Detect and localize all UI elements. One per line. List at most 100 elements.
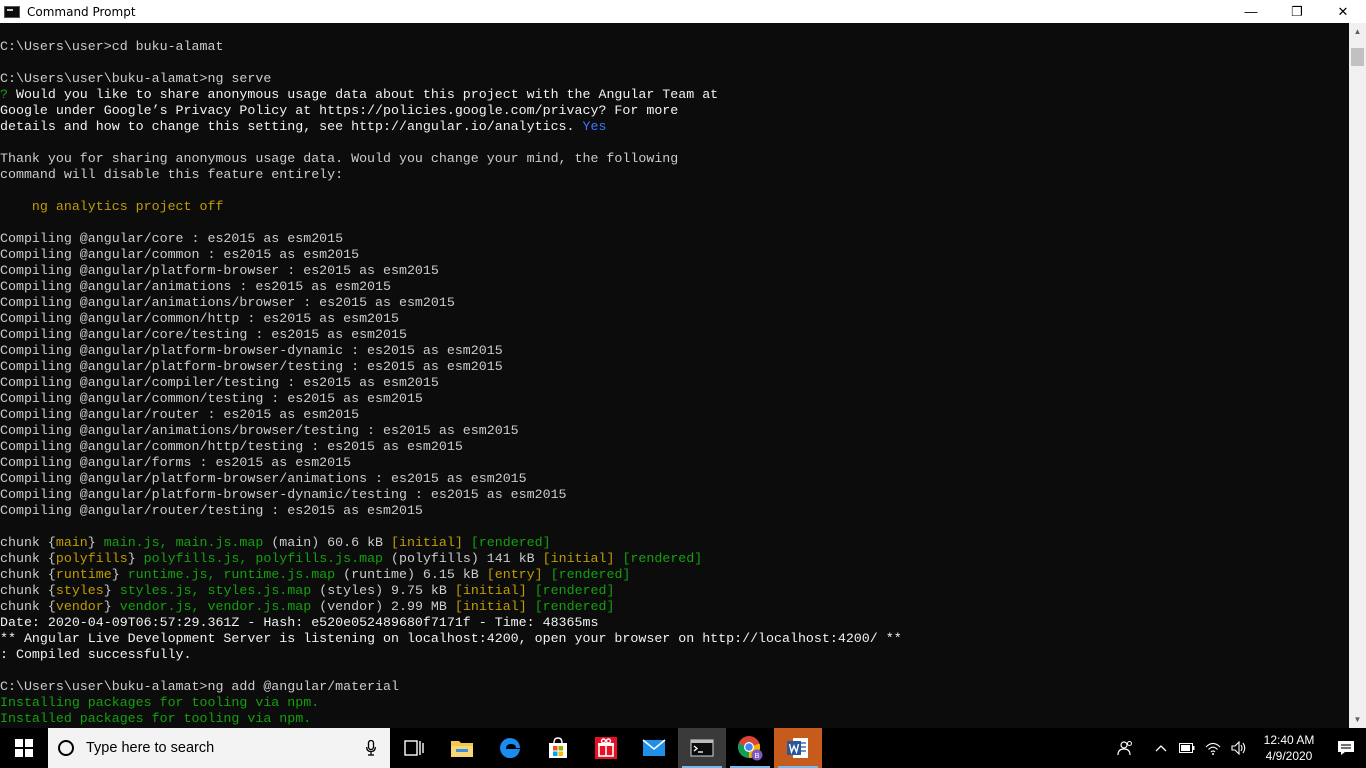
console-text-segment: [initial] <box>542 551 615 566</box>
battery-button[interactable] <box>1174 728 1200 768</box>
search-placeholder: Type here to search <box>86 740 215 756</box>
console-line: Installing packages for tooling via npm. <box>0 695 1349 711</box>
console-line: Thank you for sharing anonymous usage da… <box>0 151 1349 167</box>
console-line: C:\Users\user\buku-alamat>ng serve <box>0 71 1349 87</box>
console-line: Compiling @angular/common/http : es2015 … <box>0 311 1349 327</box>
edge-icon <box>500 738 520 758</box>
console-text-segment: chunk { <box>0 583 56 598</box>
start-button[interactable] <box>0 728 48 768</box>
console-text-segment: (styles) 9.75 kB <box>311 583 455 598</box>
mail-button[interactable] <box>630 728 678 768</box>
console-text-segment: vendor.js, vendor.js.map <box>119 599 312 614</box>
task-view-button[interactable] <box>390 728 438 768</box>
show-hidden-icons-button[interactable] <box>1148 728 1174 768</box>
console-text-segment: Installing packages for tooling via npm. <box>0 695 320 710</box>
close-button[interactable]: ✕ <box>1320 0 1366 23</box>
console-text-segment: runtime.js, runtime.js.map <box>127 567 336 582</box>
console-line: Compiling @angular/animations/browser/te… <box>0 423 1349 439</box>
console-line: chunk {polyfills} polyfills.js, polyfill… <box>0 551 1349 567</box>
clock[interactable]: 12:40 AM 4/9/2020 <box>1252 728 1326 768</box>
word-button[interactable] <box>774 728 822 768</box>
console-text-segment: Compiling @angular/router/testing : es20… <box>0 503 423 518</box>
vertical-scrollbar[interactable]: ▲ ▼ <box>1349 23 1366 728</box>
console-text-segment: [rendered] <box>622 551 703 566</box>
console-text-segment: (main) 60.6 kB <box>263 535 392 550</box>
console-line: ** Angular Live Development Server is li… <box>0 631 1349 647</box>
arrow-up-icon: ▲ <box>1353 27 1362 36</box>
console-line: C:\Users\user\buku-alamat>ng add @angula… <box>0 679 1349 695</box>
gift-app-button[interactable] <box>582 728 630 768</box>
console-text-segment: [initial] <box>391 535 463 550</box>
console-text-segment: [rendered] <box>550 567 631 582</box>
window-title: Command Prompt <box>27 4 136 19</box>
search-box[interactable]: Type here to search <box>48 728 390 768</box>
console-output[interactable]: C:\Users\user>cd buku-alamat C:\Users\use… <box>0 23 1349 728</box>
console-text-segment: Yes <box>582 119 607 134</box>
console-line: C:\Users\user>cd buku-alamat <box>0 39 1349 55</box>
speaker-icon <box>1231 741 1246 755</box>
console-line: Google under Google’s Privacy Policy at … <box>0 103 1349 119</box>
console-text-segment: C:\Users\user\buku-alamat>ng serve <box>0 71 272 86</box>
console-text-segment: vendor <box>55 599 104 614</box>
minimize-icon: — <box>1244 4 1258 19</box>
clock-time: 12:40 AM <box>1263 733 1315 747</box>
console-text-segment: styles <box>55 583 104 598</box>
console-text-segment: command will disable this feature entire… <box>0 167 344 182</box>
edge-button[interactable] <box>486 728 534 768</box>
people-button[interactable] <box>1112 728 1138 768</box>
console-text-segment: Compiling @angular/core/testing : es2015… <box>0 327 407 342</box>
network-button[interactable] <box>1200 728 1226 768</box>
command-prompt-taskbar-icon <box>690 739 714 757</box>
action-center-button[interactable] <box>1326 728 1366 768</box>
console-line: Compiling @angular/platform-browser-dyna… <box>0 343 1349 359</box>
store-button[interactable] <box>534 728 582 768</box>
store-icon <box>549 737 567 758</box>
console-line: details and how to change this setting, … <box>0 119 1349 135</box>
console-text-segment: Compiling @angular/animations/browser/te… <box>0 423 519 438</box>
console-text-segment: Compiling @angular/animations/browser : … <box>0 295 455 310</box>
console-line: ? Would you like to share anonymous usag… <box>0 87 1349 103</box>
console-line: command will disable this feature entire… <box>0 167 1349 183</box>
command-prompt-taskbar-button[interactable] <box>678 728 726 768</box>
task-view-icon <box>404 740 424 756</box>
console-text-segment <box>543 567 551 582</box>
console-text-segment: chunk { <box>0 551 56 566</box>
console-text-segment: Date: 2020-04-09T06:57:29.361Z - Hash: e… <box>0 615 599 630</box>
console-text-segment: [rendered] <box>470 535 551 550</box>
gift-app-icon <box>595 737 617 759</box>
console-text-segment: Compiling @angular/platform-browser-dyna… <box>0 343 503 358</box>
console-text-segment: Compiling @angular/router : es2015 as es… <box>0 407 360 422</box>
console-line: Compiling @angular/forms : es2015 as esm… <box>0 455 1349 471</box>
chrome-button[interactable]: B <box>726 728 774 768</box>
maximize-button[interactable]: ❐ <box>1274 0 1320 23</box>
volume-button[interactable] <box>1226 728 1252 768</box>
system-tray: 12:40 AM 4/9/2020 <box>1112 728 1366 768</box>
console-line: ng analytics project off <box>0 199 1349 215</box>
console-text-segment: Would you like to share anonymous usage … <box>7 87 719 102</box>
scroll-down-button[interactable]: ▼ <box>1349 711 1366 728</box>
console-text-segment: details and how to change this setting, … <box>0 119 583 134</box>
console-text-segment: [rendered] <box>534 583 615 598</box>
console-text-segment <box>527 583 535 598</box>
console-text-segment: main.js, main.js.map <box>103 535 264 550</box>
minimize-button[interactable]: — <box>1228 0 1274 23</box>
microphone-icon[interactable] <box>366 740 376 756</box>
console-text-segment: } <box>103 599 120 614</box>
clock-date: 4/9/2020 <box>1265 749 1313 763</box>
chrome-icon: B <box>737 736 763 761</box>
file-explorer-button[interactable] <box>438 728 486 768</box>
console-line: Compiling @angular/platform-browser/anim… <box>0 471 1349 487</box>
word-icon <box>787 738 808 758</box>
console-text-segment: Compiling @angular/common/http : es2015 … <box>0 311 399 326</box>
scroll-up-button[interactable]: ▲ <box>1349 23 1366 40</box>
command-prompt-icon <box>4 5 20 18</box>
console-text-segment: Compiling @angular/platform-browser-dyna… <box>0 487 567 502</box>
console-text-segment: ? <box>0 87 8 102</box>
console-text-segment <box>527 599 535 614</box>
scroll-thumb[interactable] <box>1351 48 1364 66</box>
console-line: chunk {styles} styles.js, styles.js.map … <box>0 583 1349 599</box>
console-line: Compiling @angular/core : es2015 as esm2… <box>0 231 1349 247</box>
